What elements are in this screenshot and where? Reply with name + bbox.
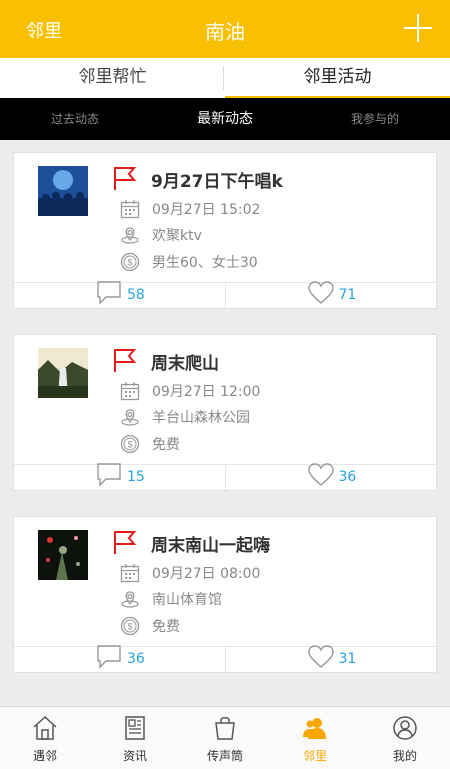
activity-thumbnail	[38, 348, 88, 398]
activity-fee-row: $ 免费	[120, 615, 180, 637]
svg-text:$: $	[127, 258, 132, 268]
app-header: 邻里 南油	[0, 0, 450, 58]
card-actions: 15 36	[14, 463, 437, 490]
like-button[interactable]: 71	[224, 281, 437, 308]
primary-tabs: 邻里帮忙 邻里活动	[0, 58, 450, 100]
like-button[interactable]: 36	[224, 463, 437, 490]
activity-card[interactable]: 9月27日下午唱k 09月27日 15:02 欢聚ktv $ 男生60、女士30…	[13, 152, 437, 309]
activity-thumbnail	[38, 530, 88, 580]
like-button[interactable]: 31	[224, 645, 437, 672]
activity-place: 欢聚ktv	[152, 228, 202, 244]
comment-button[interactable]: 58	[14, 281, 225, 308]
coin-icon: $	[120, 616, 140, 636]
activity-date-row: 09月27日 15:02	[120, 198, 260, 220]
like-count: 31	[338, 651, 357, 667]
activity-fee: 免费	[152, 619, 180, 635]
comment-button[interactable]: 36	[14, 645, 225, 672]
tab-neighbor-help[interactable]: 邻里帮忙	[0, 58, 225, 98]
svg-text:$: $	[127, 622, 132, 632]
nav-item-news[interactable]: 资讯	[90, 707, 180, 769]
comment-icon	[97, 463, 121, 487]
nav-item-megaphone[interactable]: 传声筒	[180, 707, 270, 769]
comment-count: 36	[127, 651, 145, 667]
activity-fee: 免费	[152, 437, 180, 453]
card-actions: 58 71	[14, 281, 437, 308]
activity-place-row: 欢聚ktv	[120, 224, 202, 246]
coin-icon: $	[120, 434, 140, 454]
nav-item-neighbors[interactable]: 邻里	[270, 707, 360, 769]
heart-icon	[307, 645, 334, 668]
activity-thumbnail	[38, 166, 88, 216]
nav-label: 资讯	[122, 749, 147, 763]
flag-icon	[114, 349, 137, 372]
home-icon	[33, 715, 57, 740]
activity-place: 南山体育馆	[152, 592, 222, 608]
location-icon	[121, 227, 139, 244]
calendar-icon	[120, 382, 140, 401]
tab-joined[interactable]: 我参与的	[300, 98, 450, 140]
activity-date: 09月27日 15:02	[152, 202, 261, 218]
add-icon[interactable]	[404, 14, 432, 42]
like-count: 36	[338, 469, 357, 485]
svg-text:$: $	[127, 440, 132, 450]
nav-item-profile[interactable]: 我的	[360, 707, 450, 769]
secondary-tabs: 过去动态 最新动态 我参与的	[0, 98, 450, 140]
bottom-nav: 遇邻 资讯 传声筒 邻里 我的	[0, 706, 450, 769]
people-icon	[303, 718, 326, 739]
heart-icon	[307, 281, 334, 304]
comment-count: 58	[127, 287, 145, 303]
newspaper-icon	[125, 716, 145, 740]
tab-latest[interactable]: 最新动态	[150, 98, 300, 140]
comment-icon	[97, 645, 121, 669]
flag-icon	[114, 167, 137, 190]
activity-title: 周末南山一起嗨	[151, 536, 270, 556]
heart-icon	[307, 463, 334, 486]
location-icon	[121, 591, 139, 608]
tab-past[interactable]: 过去动态	[0, 98, 150, 140]
tab-neighbor-activity[interactable]: 邻里活动	[225, 58, 450, 100]
comment-button[interactable]: 15	[14, 463, 225, 490]
nav-label: 遇邻	[32, 749, 57, 763]
activity-title: 周末爬山	[151, 354, 219, 374]
activity-card[interactable]: 周末南山一起嗨 09月27日 08:00 南山体育馆 $ 免费 36 31	[13, 516, 437, 673]
card-actions: 36 31	[14, 645, 437, 672]
activity-fee-row: $ 男生60、女士30	[120, 251, 258, 273]
activity-date: 09月27日 12:00	[152, 384, 261, 400]
nav-label: 我的	[392, 749, 417, 763]
activity-fee-row: $ 免费	[120, 433, 180, 455]
activity-date-row: 09月27日 12:00	[120, 380, 260, 402]
like-count: 71	[338, 287, 357, 303]
coin-icon: $	[120, 252, 140, 272]
activity-card[interactable]: 周末爬山 09月27日 12:00 羊台山森林公园 $ 免费 15 36	[13, 334, 437, 491]
activity-place-row: 南山体育馆	[120, 588, 222, 610]
calendar-icon	[120, 564, 140, 583]
activity-date: 09月27日 08:00	[152, 566, 261, 582]
activity-place: 羊台山森林公园	[152, 410, 250, 426]
tab-divider	[223, 66, 224, 90]
location-icon	[121, 409, 139, 426]
activity-date-row: 09月27日 08:00	[120, 562, 260, 584]
activity-fee: 男生60、女士30	[152, 255, 258, 271]
nav-label: 邻里	[302, 749, 327, 763]
calendar-icon	[120, 200, 140, 219]
page-title: 南油	[205, 20, 245, 44]
activity-place-row: 羊台山森林公园	[120, 406, 250, 428]
comment-count: 15	[127, 469, 145, 485]
activity-title: 9月27日下午唱k	[151, 172, 283, 192]
bag-icon	[215, 717, 235, 740]
nav-label: 传声筒	[206, 749, 243, 763]
flag-icon	[114, 531, 137, 554]
comment-icon	[97, 281, 121, 305]
nav-item-meet[interactable]: 遇邻	[0, 707, 90, 769]
user-icon	[393, 716, 417, 740]
